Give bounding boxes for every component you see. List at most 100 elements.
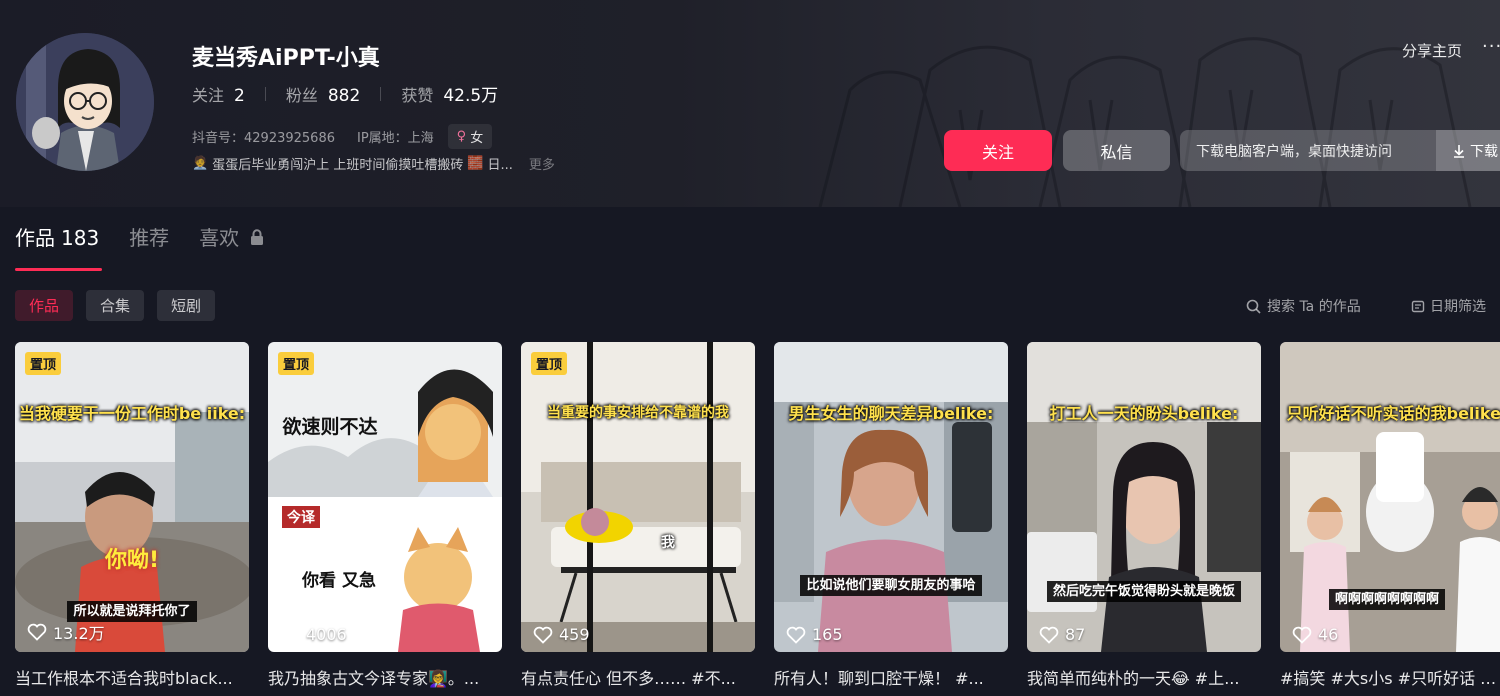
video-caption-bottom: 然后吃完午饭觉得盼头就是晚饭 (1027, 580, 1261, 602)
profile-bio: 🧑‍💼 蛋蛋后毕业勇闯沪上 上班时间偷摸吐槽搬砖 🧱 日... 更多 (192, 154, 555, 173)
video-title[interactable]: 有点责任心 但不多…… #不... (521, 665, 755, 689)
avatar[interactable] (16, 33, 154, 171)
like-count-value: 13.2万 (53, 624, 105, 643)
caption-text: 所以就是说拜托你了 (67, 601, 197, 622)
more-options-icon[interactable]: ··· (1482, 36, 1500, 57)
like-count: 87 (1039, 625, 1085, 644)
tab-recommended[interactable]: 推荐 (129, 222, 169, 271)
share-profile-button[interactable]: 分享主页 (1402, 40, 1462, 61)
video-caption-bottom: 所以就是说拜托你了 (15, 600, 249, 622)
video-card[interactable]: 置顶 当我硬要干一份工作时be iike: 你呦! 所以就是说拜托你了 13.2… (15, 342, 249, 689)
video-thumbnail[interactable]: 打工人一天的盼头belike: 然后吃完午饭觉得盼头就是晚饭 87 (1027, 342, 1261, 652)
search-icon (1246, 299, 1261, 314)
following-label: 关注 (192, 85, 225, 105)
likes-label: 获赞 (401, 86, 434, 105)
thumbnail-image (774, 342, 1008, 652)
video-thumbnail[interactable]: 置顶 当重要的事安排给不靠谱的我 我 459 (521, 342, 755, 652)
thumbnail-image (268, 342, 502, 652)
tab-works[interactable]: 作品 183 (15, 222, 103, 271)
profile-stats: 关注 2 粉丝 882 获赞 42.5万 (192, 81, 499, 107)
video-caption-top: 打工人一天的盼头belike: (1049, 404, 1239, 423)
video-title[interactable]: 当工作根本不适合我时black... (15, 665, 249, 689)
video-title[interactable]: #搞笑 #大s小s #只听好话 #... (1280, 665, 1500, 689)
video-card[interactable]: 打工人一天的盼头belike: 然后吃完午饭觉得盼头就是晚饭 87 我简单而纯朴… (1027, 342, 1261, 689)
following-stat[interactable]: 关注 2 (192, 82, 245, 106)
video-title[interactable]: 我简单而纯朴的一天😂 #上... (1027, 665, 1261, 689)
tab-recommended-label: 推荐 (129, 226, 170, 250)
video-caption-top: 欲速则不达 (282, 416, 378, 438)
like-count-value: 165 (812, 625, 843, 644)
like-count-value: 87 (1065, 625, 1086, 644)
bio-more-link[interactable]: 更多 (529, 154, 555, 173)
video-thumbnail[interactable]: 只听好话不听实话的我belike: 啊啊啊啊啊啊啊啊 46 (1280, 342, 1500, 652)
caption-text: 啊啊啊啊啊啊啊啊 (1328, 589, 1445, 610)
tab-liked[interactable]: 喜欢 (199, 222, 263, 271)
like-count-value: 46 (1318, 625, 1339, 644)
following-count: 2 (234, 85, 245, 106)
follow-button[interactable]: 关注 (944, 130, 1052, 171)
heart-icon (533, 626, 553, 644)
person-emoji-icon: 🧑‍💼 (192, 156, 209, 171)
video-caption-bottom: 我 (661, 535, 675, 551)
thumbnail-image (521, 342, 755, 652)
tab-works-count: 183 (61, 226, 100, 250)
followers-stat[interactable]: 粉丝 882 (286, 82, 360, 106)
tab-works-label: 作品 (15, 226, 55, 250)
video-sticker-text: 你呦! (104, 548, 160, 573)
date-filter-label: 日期筛选 (1430, 299, 1486, 315)
video-caption-top: 男生女生的聊天差异belike: (788, 404, 994, 423)
heart-icon (1292, 626, 1312, 644)
download-label: 下载 (1470, 143, 1498, 160)
like-count-value: 459 (559, 625, 590, 644)
like-count: 46 (1292, 625, 1338, 644)
video-caption-top: 只听好话不听实话的我belike: (1286, 404, 1500, 423)
pinned-badge: 置顶 (25, 352, 62, 375)
bio-text: 蛋蛋后毕业勇闯沪上 上班时间偷摸吐槽搬砖 (212, 158, 464, 173)
video-caption-bottom: 比如说他们要聊女朋友的事哈 (774, 574, 1008, 596)
profile-tabs: 作品 183 推荐 喜欢 (15, 222, 264, 271)
video-caption-bottom: 你看 又急 (302, 571, 376, 591)
video-thumbnail[interactable]: 男生女生的聊天差异belike: 比如说他们要聊女朋友的事哈 165 (774, 342, 1008, 652)
video-caption-top: 当重要的事安排给不靠谱的我 (547, 405, 729, 421)
works-filter-tabs: 作品 合集 短剧 (15, 290, 216, 321)
search-works-button[interactable]: 搜索 Ta 的作品 (1246, 296, 1361, 316)
video-card[interactable]: 置顶 欲速则不达 今译 你看 又急 4006 我乃抽象古文今译专家👩‍🏫。... (268, 342, 502, 689)
caption-text: 比如说他们要聊女朋友的事哈 (800, 575, 982, 596)
subtab-short-dramas[interactable]: 短剧 (157, 290, 216, 321)
gender-tag: ♀ 女 (447, 124, 493, 149)
video-thumbnail[interactable]: 置顶 当我硬要干一份工作时be iike: 你呦! 所以就是说拜托你了 13.2… (15, 342, 249, 652)
avatar-illustration (16, 33, 154, 171)
followers-count: 882 (327, 85, 361, 106)
message-button[interactable]: 私信 (1063, 130, 1170, 171)
video-title[interactable]: 我乃抽象古文今译专家👩‍🏫。... (268, 665, 502, 689)
download-icon (1454, 144, 1464, 158)
divider (264, 86, 266, 101)
profile-meta: 抖音号：42923925686 IP属地：上海 ♀ 女 (192, 124, 493, 149)
video-title[interactable]: 所有人！聊到口腔干燥！ #... (774, 665, 1008, 689)
tab-liked-label: 喜欢 (199, 226, 240, 250)
caption-text: 然后吃完午饭觉得盼头就是晚饭 (1046, 581, 1241, 602)
video-caption-bottom: 啊啊啊啊啊啊啊啊 (1280, 588, 1500, 610)
likes-count: 42.5万 (443, 86, 499, 106)
download-button[interactable]: 下载 (1436, 130, 1500, 171)
followers-label: 粉丝 (285, 85, 318, 105)
divider (380, 86, 382, 101)
subtab-works[interactable]: 作品 (15, 290, 74, 321)
video-thumbnail[interactable]: 置顶 欲速则不达 今译 你看 又急 4006 (268, 342, 502, 652)
date-filter-button[interactable]: 日期筛选 (1411, 296, 1486, 316)
subtab-collections[interactable]: 合集 (86, 290, 145, 321)
download-prompt: 下载电脑客户端，桌面快捷访问 (1196, 143, 1392, 160)
video-card[interactable]: 置顶 当重要的事安排给不靠谱的我 我 459 有点责任心 但不多…… #不... (521, 342, 755, 689)
calendar-icon (1411, 300, 1425, 313)
search-works-label: 搜索 Ta 的作品 (1267, 299, 1361, 315)
video-card[interactable]: 男生女生的聊天差异belike: 比如说他们要聊女朋友的事哈 165 所有人！聊… (774, 342, 1008, 689)
ip-location: IP属地：上海 (356, 131, 434, 146)
like-count: 459 (533, 625, 590, 644)
heart-icon (280, 626, 300, 644)
video-card[interactable]: 只听好话不听实话的我belike: 啊啊啊啊啊啊啊啊 46 #搞笑 #大s小s … (1280, 342, 1500, 689)
profile-nickname: 麦当秀AiPPT-小真 (192, 46, 380, 71)
brick-emoji-icon: 🧱 (467, 156, 484, 171)
heart-icon (786, 626, 806, 644)
profile-header: 麦当秀AiPPT-小真 关注 2 粉丝 882 获赞 42.5万 抖音号：429… (0, 0, 1500, 207)
heart-icon (27, 623, 47, 641)
